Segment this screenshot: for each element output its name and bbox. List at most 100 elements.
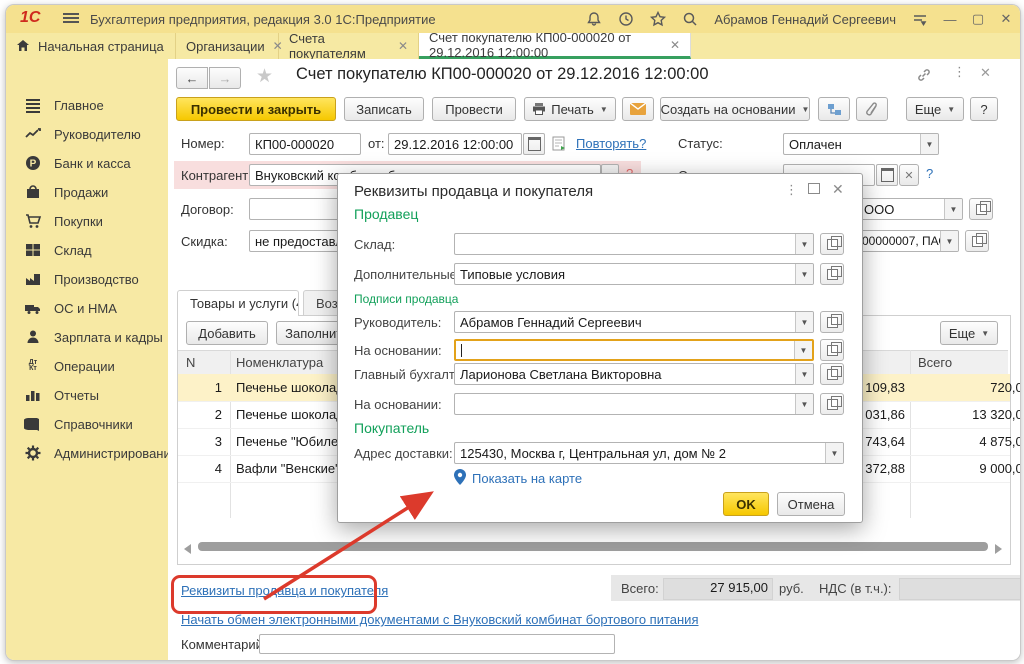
vat-label: НДС (в т.ч.):: [819, 581, 892, 596]
dropdown-arrow-icon[interactable]: ▼: [825, 443, 843, 463]
col-total[interactable]: Всего: [918, 355, 952, 370]
bank-account-choose-button[interactable]: [965, 230, 989, 252]
tab-home[interactable]: Начальная страница: [6, 33, 176, 59]
close-tab-icon[interactable]: ✕: [398, 39, 408, 53]
tab-invoice-document[interactable]: Счет покупателю КП00-000020 от 29.12.201…: [419, 33, 691, 59]
back-button[interactable]: ←: [176, 67, 208, 89]
dropdown-arrow-icon[interactable]: ▼: [795, 312, 813, 332]
warehouse-choose-button[interactable]: [820, 233, 844, 255]
dropdown-arrow-icon[interactable]: ▼: [795, 364, 813, 384]
number-label: Номер:: [181, 136, 225, 151]
dropdown-arrow-icon[interactable]: ▼: [940, 231, 958, 251]
accountant-input[interactable]: Ларионова Светлана Викторовна▼: [454, 363, 814, 385]
basis2-choose-button[interactable]: [820, 393, 844, 415]
sidebar-item-warehouse[interactable]: Склад: [6, 236, 168, 264]
attachments-button[interactable]: [856, 97, 888, 121]
dropdown-arrow-icon[interactable]: ▼: [795, 394, 813, 414]
sidebar-item-purchases[interactable]: Покупки: [6, 207, 168, 235]
table-more-button[interactable]: Еще▼: [940, 321, 998, 345]
scroll-right-icon[interactable]: [995, 544, 1002, 554]
extra-conditions-choose-button[interactable]: [820, 263, 844, 285]
sidebar-item-administration[interactable]: Администрирование: [6, 439, 168, 467]
bar-chart-icon: [24, 386, 42, 404]
number-input[interactable]: КП00-000020: [249, 133, 361, 155]
tab-organizations[interactable]: Организации✕: [176, 33, 279, 59]
sidebar-item-bank-cash[interactable]: Р Банк и касса: [6, 149, 168, 177]
sidebar-item-salary-hr[interactable]: Зарплата и кадры: [6, 323, 168, 351]
delivery-address-input[interactable]: 125430, Москва г, Центральная ул, дом № …: [454, 442, 844, 464]
modal-ok-button[interactable]: OK: [723, 492, 769, 516]
modal-cancel-button[interactable]: Отмена: [777, 492, 845, 516]
sidebar-item-reports[interactable]: Отчеты: [6, 381, 168, 409]
organization-choose-button[interactable]: [969, 198, 993, 220]
help-button[interactable]: ?: [970, 97, 998, 121]
col-nomenclature[interactable]: Номенклатура: [236, 355, 323, 370]
status-select[interactable]: Оплачен▼: [783, 133, 939, 155]
main-menu-icon[interactable]: [63, 13, 79, 25]
basis1-input-focused[interactable]: ▼: [454, 339, 814, 361]
sidebar-item-fixed-assets[interactable]: ОС и НМА: [6, 294, 168, 322]
warehouse-input[interactable]: ▼: [454, 233, 814, 255]
close-window-button[interactable]: ✕: [995, 11, 1017, 27]
calendar-picker-icon[interactable]: [876, 164, 898, 186]
sidebar-item-directories[interactable]: Справочники: [6, 410, 168, 438]
tab-invoices-list[interactable]: Счета покупателям✕: [279, 33, 419, 59]
minimize-button[interactable]: —: [939, 12, 961, 27]
structure-button[interactable]: [818, 97, 850, 121]
sidebar-item-production[interactable]: Производство: [6, 265, 168, 293]
create-based-on-button[interactable]: Создать на основании▼: [660, 97, 810, 121]
dropdown-arrow-icon[interactable]: ▼: [795, 264, 813, 284]
forward-button[interactable]: →: [209, 67, 241, 89]
search-icon[interactable]: [681, 10, 699, 28]
col-n[interactable]: N: [186, 355, 195, 370]
get-link-icon[interactable]: [916, 67, 932, 83]
service-menu-icon[interactable]: [911, 10, 929, 28]
modal-close-icon[interactable]: ✕: [832, 181, 844, 198]
post-and-close-button[interactable]: Провести и закрыть: [176, 97, 336, 121]
favorites-star-icon[interactable]: [649, 10, 667, 28]
date-input[interactable]: 29.12.2016 12:00:00: [388, 133, 522, 155]
clear-date-icon[interactable]: ✕: [899, 164, 919, 186]
maximize-button[interactable]: ▢: [967, 11, 989, 27]
close-tab-icon[interactable]: ✕: [670, 38, 680, 52]
horizontal-scrollbar[interactable]: [198, 542, 988, 551]
sidebar-item-operations[interactable]: ДтКт Операции: [6, 352, 168, 380]
sidebar-item-main[interactable]: Главное: [6, 91, 168, 119]
modal-kebab-icon[interactable]: ⋮: [785, 182, 798, 198]
sidebar-item-manager[interactable]: Руководителю: [6, 120, 168, 148]
accountant-choose-button[interactable]: [820, 363, 844, 385]
schedule-repeat-icon[interactable]: [552, 135, 569, 152]
modal-maximize-icon[interactable]: [808, 183, 820, 194]
basis1-choose-button[interactable]: [820, 339, 844, 361]
calendar-picker-icon[interactable]: [523, 133, 545, 155]
add-row-button[interactable]: Добавить: [186, 321, 268, 345]
comment-input[interactable]: [259, 634, 615, 654]
dropdown-arrow-icon[interactable]: ▼: [795, 234, 813, 254]
show-on-map-link[interactable]: Показать на карте: [472, 471, 582, 486]
send-email-button[interactable]: [622, 97, 654, 121]
history-icon[interactable]: [617, 10, 635, 28]
sidebar-item-sales[interactable]: Продажи: [6, 178, 168, 206]
basis2-input[interactable]: ▼: [454, 393, 814, 415]
extra-conditions-input[interactable]: Типовые условия▼: [454, 263, 814, 285]
tab-goods-services[interactable]: Товары и услуги (4): [177, 290, 299, 316]
repeat-link[interactable]: Повторять?: [576, 136, 646, 151]
current-user[interactable]: Абрамов Геннадий Сергеевич: [714, 12, 896, 27]
head-choose-button[interactable]: [820, 311, 844, 333]
dropdown-arrow-icon[interactable]: ▼: [920, 134, 938, 154]
scroll-left-icon[interactable]: [184, 544, 191, 554]
pay-until-help-link[interactable]: ?: [926, 166, 933, 181]
notifications-bell-icon[interactable]: [585, 10, 603, 28]
kebab-menu-icon[interactable]: ⋮: [953, 64, 966, 80]
close-document-icon[interactable]: ✕: [980, 65, 991, 81]
print-button[interactable]: Печать▼: [524, 97, 616, 121]
head-input[interactable]: Абрамов Геннадий Сергеевич▼: [454, 311, 814, 333]
post-button[interactable]: Провести: [432, 97, 516, 121]
edi-exchange-link[interactable]: Начать обмен электронными документами с …: [181, 612, 699, 627]
save-button[interactable]: Записать: [344, 97, 424, 121]
person-icon: [24, 328, 42, 346]
dropdown-arrow-icon[interactable]: ▼: [944, 199, 962, 219]
more-button[interactable]: Еще▼: [906, 97, 964, 121]
dropdown-arrow-icon[interactable]: ▼: [794, 341, 812, 359]
favorite-star-icon[interactable]: ★: [256, 65, 273, 88]
